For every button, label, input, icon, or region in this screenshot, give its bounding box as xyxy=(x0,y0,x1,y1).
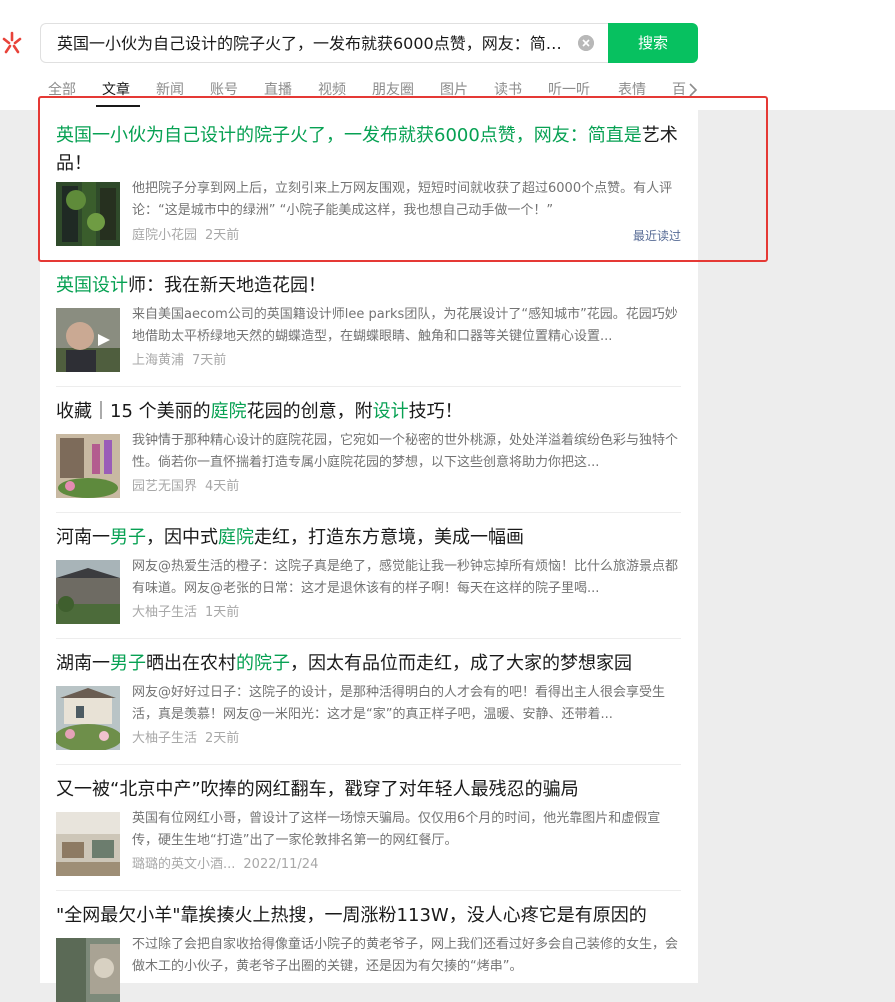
result-title[interactable]: 英国一小伙为自己设计的院子火了，一发布就获6000点赞，网友：简直是艺术品！ xyxy=(56,122,681,178)
tab-live[interactable]: 直播 xyxy=(264,80,292,100)
tab-all[interactable]: 全部 xyxy=(48,80,76,100)
list-item[interactable]: 收藏｜15 个美丽的庭院花园的创意，附设计技巧！ 我钟情于那种精心设计的庭院花园… xyxy=(56,398,681,508)
list-item[interactable]: 英国设计师：我在新天地造花园！ 来自美国aecom公司的英国籍设计师lee pa… xyxy=(56,272,681,382)
result-thumbnail[interactable] xyxy=(56,182,120,246)
result-title[interactable]: 英国设计师：我在新天地造花园！ xyxy=(56,272,681,300)
sogou-logo-icon[interactable] xyxy=(0,30,24,56)
result-thumbnail[interactable] xyxy=(56,560,120,624)
result-title[interactable]: 收藏｜15 个美丽的庭院花园的创意，附设计技巧！ xyxy=(56,398,681,426)
tab-images[interactable]: 图片 xyxy=(440,80,468,100)
result-thumbnail[interactable] xyxy=(56,308,120,372)
tab-listen[interactable]: 听一听 xyxy=(548,80,590,100)
search-query-text[interactable]: 英国一小伙为自己设计的院子火了，一发布就获6000点赞，网友：简直是艺术品！ xyxy=(57,34,562,54)
result-summary: 不过除了会把自家收拾得像童话小院子的黄老爷子，网上我们还看过好多会自己装修的女生… xyxy=(132,937,679,974)
result-source[interactable]: 庭院小花园 xyxy=(132,228,197,243)
result-meta: 园艺无国界 4天前 xyxy=(132,478,239,496)
result-date: 1天前 xyxy=(205,605,240,620)
divider xyxy=(56,260,681,261)
tab-stickers[interactable]: 表情 xyxy=(618,80,646,100)
result-thumbnail[interactable] xyxy=(56,686,120,750)
result-source[interactable]: 园艺无国界 xyxy=(132,479,197,494)
search-header: 英国一小伙为自己设计的院子火了，一发布就获6000点赞，网友：简直是艺术品！ 搜… xyxy=(0,0,895,110)
result-thumbnail[interactable] xyxy=(56,938,120,1002)
result-meta: 庭院小花园 2天前 xyxy=(132,227,239,245)
divider xyxy=(56,386,681,387)
result-source[interactable]: 上海黄浦 xyxy=(132,353,184,368)
result-summary: 英国有位网红小哥，曾设计了这样一场惊天骗局。仅仅用6个月的时间，他光靠图片和虚假… xyxy=(132,811,661,848)
tab-books[interactable]: 读书 xyxy=(494,80,522,100)
result-meta: 璐璐的英文小酒... 2022/11/24 xyxy=(132,856,318,874)
clear-icon[interactable] xyxy=(578,35,594,51)
result-summary: 网友@热爱生活的橙子：这院子真是绝了，感觉能让我一秒钟忘掉所有烦恼！比什么旅游景… xyxy=(132,559,679,596)
search-button[interactable]: 搜索 xyxy=(608,23,698,63)
result-summary: 我钟情于那种精心设计的庭院花园，它宛如一个秘密的世外桃源，处处洋溢着缤纷色彩与独… xyxy=(132,433,679,470)
active-tab-indicator xyxy=(96,105,140,107)
result-source[interactable]: 璐璐的英文小酒... xyxy=(132,857,235,872)
list-item[interactable]: "全网最欠小羊"靠挨揍火上热搜，一周涨粉113W，没人心疼它是有原因的 不过除了… xyxy=(56,902,681,1002)
tab-accounts[interactable]: 账号 xyxy=(210,80,238,100)
tab-more[interactable]: 百 xyxy=(672,80,686,100)
tab-news[interactable]: 新闻 xyxy=(156,80,184,100)
result-meta: 上海黄浦 7天前 xyxy=(132,352,226,370)
result-date: 7天前 xyxy=(192,353,227,368)
result-date: 4天前 xyxy=(205,479,240,494)
result-source[interactable]: 大柚子生活 xyxy=(132,605,197,620)
result-meta: 大柚子生活 2天前 xyxy=(132,730,239,748)
chevron-right-icon[interactable] xyxy=(686,80,700,100)
divider xyxy=(56,512,681,513)
result-date: 2天前 xyxy=(205,228,240,243)
divider xyxy=(56,764,681,765)
result-summary: 他把院子分享到网上后，立刻引来上万网友围观，短短时间就收获了超过6000个点赞。… xyxy=(132,181,673,218)
result-thumbnail[interactable] xyxy=(56,812,120,876)
list-item[interactable]: 又一被“北京中产”吹捧的网红翻车，戳穿了对年轻人最残忍的骗局 英国有位网红小哥，… xyxy=(56,776,681,886)
divider xyxy=(56,890,681,891)
result-title[interactable]: 又一被“北京中产”吹捧的网红翻车，戳穿了对年轻人最残忍的骗局 xyxy=(56,776,681,804)
result-title[interactable]: "全网最欠小羊"靠挨揍火上热搜，一周涨粉113W，没人心疼它是有原因的 xyxy=(56,902,681,930)
list-item[interactable]: 英国一小伙为自己设计的院子火了，一发布就获6000点赞，网友：简直是艺术品！ 他… xyxy=(56,122,681,252)
result-summary: 网友@好好过日子：这院子的设计，是那种活得明白的人才会有的吧！看得出主人很会享受… xyxy=(132,685,666,722)
result-date: 2天前 xyxy=(205,731,240,746)
result-meta: 大柚子生活 1天前 xyxy=(132,604,239,622)
recently-read-badge: 最近读过 xyxy=(632,229,681,243)
category-tabs: 全部 文章 新闻 账号 直播 视频 朋友圈 图片 读书 听一听 表情 百 xyxy=(48,80,708,110)
tab-video[interactable]: 视频 xyxy=(318,80,346,100)
search-input[interactable]: 英国一小伙为自己设计的院子火了，一发布就获6000点赞，网友：简直是艺术品！ xyxy=(40,23,608,63)
result-title[interactable]: 河南一男子，因中式庭院走红，打造东方意境，美成一幅画 xyxy=(56,524,681,552)
result-source[interactable]: 大柚子生活 xyxy=(132,731,197,746)
tab-articles[interactable]: 文章 xyxy=(102,80,130,100)
tab-moments[interactable]: 朋友圈 xyxy=(372,80,414,100)
list-item[interactable]: 河南一男子，因中式庭院走红，打造东方意境，美成一幅画 网友@热爱生活的橙子：这院… xyxy=(56,524,681,634)
results-list: 英国一小伙为自己设计的院子火了，一发布就获6000点赞，网友：简直是艺术品！ 他… xyxy=(40,110,698,1002)
result-date: 2022/11/24 xyxy=(243,857,319,872)
result-summary: 来自美国aecom公司的英国籍设计师lee parks团队，为花展设计了“感知城… xyxy=(132,307,678,344)
divider xyxy=(56,638,681,639)
result-title[interactable]: 湖南一男子晒出在农村的院子，因太有品位而走红，成了大家的梦想家园 xyxy=(56,650,681,678)
list-item[interactable]: 湖南一男子晒出在农村的院子，因太有品位而走红，成了大家的梦想家园 网友@好好过日… xyxy=(56,650,681,760)
result-thumbnail[interactable] xyxy=(56,434,120,498)
